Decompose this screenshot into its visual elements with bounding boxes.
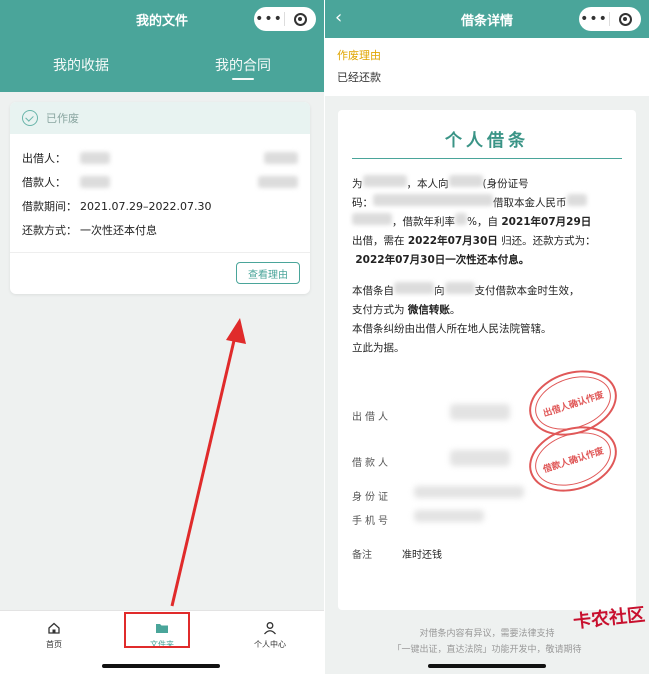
period-row: 借款期间： 2021.07.29–2022.07.30 — [22, 194, 298, 218]
repay-terms: 2022年07月30日一次性还本付息。 — [355, 254, 530, 266]
folder-highlight-box — [124, 612, 190, 648]
user-icon — [264, 622, 276, 635]
tab-contracts[interactable]: 我的合同 — [162, 38, 324, 92]
text-code: 码： — [352, 197, 373, 209]
text-id-number: (身份证号 — [482, 178, 529, 190]
home-label: 首页 — [46, 640, 62, 649]
close-target-icon-right[interactable] — [610, 12, 640, 26]
void-reason-value: 已经还款 — [337, 71, 381, 84]
borrower-row: 借款人： — [22, 170, 298, 194]
text-percent-from: %，自 — [467, 216, 498, 228]
lender-extra-redacted — [264, 152, 298, 164]
status-text: 已作废 — [46, 112, 79, 125]
borrower-signature-label: 借款人 — [352, 458, 391, 469]
party1-redacted — [394, 282, 434, 294]
lender-label: 出借人： — [22, 152, 66, 165]
bottom-tab-home[interactable]: 首页 — [0, 611, 108, 674]
tab-bar: 我的收据 我的合同 — [0, 38, 324, 92]
more-icon[interactable]: ••• — [254, 7, 284, 31]
repay-method-row: 还款方式： 一次性还本付息 — [22, 218, 298, 242]
void-reason-label: 作废理由 — [337, 49, 381, 62]
text-effective-from: 本借条自 — [352, 285, 394, 297]
lender-name-redacted — [448, 175, 483, 187]
amount2-redacted — [352, 213, 392, 225]
id-redacted — [373, 194, 493, 206]
void-status-icon — [22, 110, 38, 126]
payment-method-value: 微信转账 — [407, 304, 450, 316]
text-hereby: 立此为据。 — [352, 342, 405, 354]
repay-method-value: 一次性还本付息 — [80, 224, 157, 237]
borrower-extra-redacted — [258, 176, 298, 188]
note-value: 准时还钱 — [402, 550, 442, 561]
loan-detail-screen: ‹ 借条详情 ••• 作废理由 已经还款 个人借条 为 ，本人向 (身份证号 码： 借… — [325, 0, 649, 674]
amount-redacted — [566, 194, 587, 206]
lender-signature-redacted — [450, 404, 510, 420]
borrower-value-redacted — [80, 176, 110, 188]
tab-contracts-label: 我的合同 — [215, 58, 271, 74]
mini-program-capsule-right: ••• — [579, 7, 641, 31]
note-label: 备注 — [352, 550, 372, 561]
due-date: 2022年07月30日 — [407, 235, 498, 247]
text-lend-need: 出借，需在 — [352, 235, 405, 247]
text-to: 向 — [434, 285, 445, 297]
home-indicator-right — [428, 664, 546, 668]
text-payment-method: 支付方式为 — [352, 304, 405, 316]
contract-card[interactable]: 已作废 出借人： 借款人： 借款期间： 2021.07.29–2022.07.3… — [10, 102, 310, 294]
lender-row: 出借人： — [22, 146, 298, 170]
effect-paragraph: 本借条自 向 支付借款本金时生效， 支付方式为 微信转账。 本借条纠纷由出借人所在地… — [352, 282, 622, 358]
iou-document: 个人借条 为 ，本人向 (身份证号 码： 借取本金人民币 ，借款年利率 %，自 2021… — [338, 110, 636, 610]
more-icon-right[interactable]: ••• — [579, 7, 609, 31]
text-borrow-principal: 借取本金人民币 — [493, 197, 567, 209]
rate-redacted — [455, 213, 467, 225]
tab-receipts[interactable]: 我的收据 — [0, 38, 162, 92]
text-for: 为 — [352, 178, 363, 190]
id-card-redacted — [414, 486, 524, 498]
text-annual-rate: ，借款年利率 — [392, 216, 455, 228]
loan-terms-paragraph: 为 ，本人向 (身份证号 码： 借取本金人民币 ，借款年利率 %，自 2021年07月2… — [352, 175, 622, 270]
period-label: 借款期间： — [22, 200, 77, 213]
lender-signature-label: 出借人 — [352, 412, 391, 423]
profile-label: 个人中心 — [254, 640, 286, 649]
text-i-to: ，本人向 — [406, 178, 449, 190]
purpose-redacted — [362, 175, 407, 187]
card-details: 出借人： 借款人： 借款期间： 2021.07.29–2022.07.30 还款… — [10, 134, 310, 242]
id-card-label: 身份证 — [352, 492, 391, 503]
borrower-label: 借款人： — [22, 176, 66, 189]
bottom-tab-profile[interactable]: 个人中心 — [216, 611, 324, 674]
close-target-icon[interactable] — [285, 12, 315, 26]
borrower-void-stamp: 借款人确认作废 — [520, 415, 626, 503]
home-icon — [48, 622, 60, 634]
title-underline — [352, 158, 622, 159]
my-files-screen: 我的文件 ••• 我的收据 我的合同 已作废 出借人： 借款人： 借款期间： 2… — [0, 0, 324, 674]
party2-redacted — [444, 282, 475, 294]
text-repay-method: 归还。还款方式为： — [501, 235, 596, 247]
home-indicator — [102, 664, 220, 668]
view-reason-button[interactable]: 查看理由 — [236, 262, 300, 284]
status-badge: 已作废 — [10, 102, 310, 134]
files-header: 我的文件 ••• 我的收据 我的合同 — [0, 0, 324, 92]
text-period: 。 — [449, 304, 461, 316]
text-jurisdiction: 本借条纠纷由出借人所在地人民法院管辖。 — [352, 323, 552, 335]
void-reason-section: 作废理由 已经还款 — [325, 38, 649, 96]
tip-line-2: 「一键出证，直达法院」功能开发中，敬请期待 — [392, 645, 582, 655]
phone-redacted — [414, 510, 484, 522]
mini-program-capsule: ••• — [254, 7, 316, 31]
note-row: 备注 准时还钱 — [352, 546, 442, 561]
borrower-signature-redacted — [450, 450, 510, 466]
text-effective-when: 支付借款本金时生效， — [474, 285, 580, 297]
repay-method-label: 还款方式： — [22, 224, 77, 237]
period-value: 2021.07.29–2022.07.30 — [80, 199, 212, 213]
start-date: 2021年07月29日 — [501, 216, 592, 228]
lender-value-redacted — [80, 152, 110, 164]
detail-header: ‹ 借条详情 ••• — [325, 0, 649, 38]
card-divider — [10, 252, 310, 253]
tab-receipts-label: 我的收据 — [53, 58, 109, 74]
document-title: 个人借条 — [445, 131, 529, 151]
phone-label: 手机号 — [352, 516, 391, 527]
